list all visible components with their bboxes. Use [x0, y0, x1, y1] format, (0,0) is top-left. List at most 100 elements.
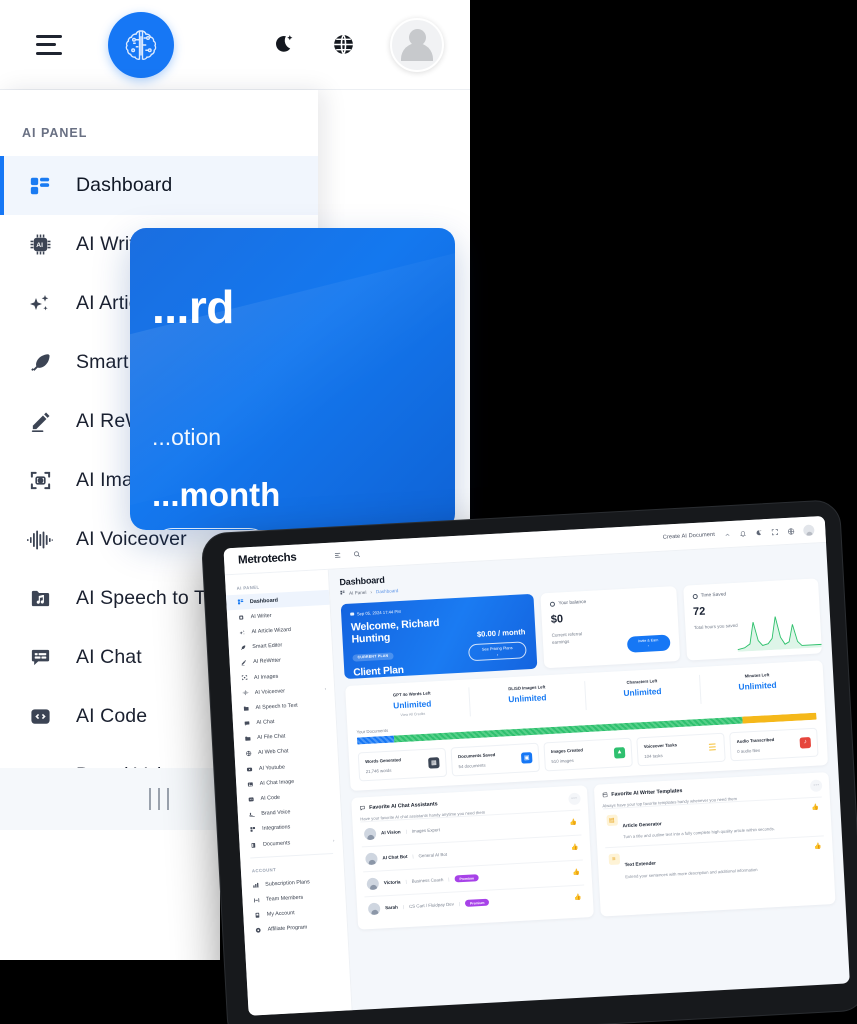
separator: | [412, 853, 414, 859]
assistant-name: AI Chat Bot [382, 853, 408, 861]
sidebar-item-label: Dashboard [76, 174, 173, 196]
more-options-icon[interactable]: ⋯ [567, 792, 581, 805]
tile-label: Voiceover Tasks [643, 741, 678, 749]
thumbs-up-icon[interactable]: 👍 [814, 843, 823, 870]
templates-panel-title: Favorite AI Writer Templates [611, 788, 683, 799]
progress-segment-yellow [742, 712, 817, 724]
breadcrumb-separator: › [370, 589, 373, 595]
thumbs-up-icon[interactable]: 👍 [572, 869, 580, 876]
current-plan-badge: CURRENT PLAN [352, 651, 394, 662]
balance-note: Current referral earnings [551, 631, 583, 645]
waveform-icon: ☰ [708, 741, 717, 753]
avatar[interactable] [803, 523, 815, 536]
credit-minutes: Minutes Left Unlimited [700, 669, 816, 704]
avatar [367, 902, 381, 915]
tablet-sidebar-item-label: AI Article Wizard [251, 626, 292, 636]
favorite-chat-assistants-panel: ⋯ Favorite AI Chat Assistants Have your … [351, 784, 594, 930]
credit-value: Unlimited [738, 679, 777, 692]
ai-chip-icon [238, 614, 245, 621]
tablet-sidebar-item-label: AI Images [253, 673, 279, 681]
info-icon [549, 601, 556, 607]
sidebar-item-label: AI Chat [76, 646, 142, 668]
camera-frame-icon [241, 675, 248, 682]
feather-icon [240, 644, 247, 651]
tablet-sidebar-item-label: AI ReWriter [252, 657, 282, 666]
see-pricing-plans-button[interactable]: See Pricing Plans › [468, 641, 527, 662]
breadcrumb-root[interactable]: AI Panel [349, 589, 367, 595]
stat-tile-images-created: Images Created 510 images ▲ [543, 737, 633, 771]
chevron-up-icon[interactable] [723, 525, 730, 543]
team-icon [253, 897, 260, 904]
avatar-body [401, 42, 433, 61]
background-plate [0, 830, 220, 960]
collapse-menu-icon[interactable] [334, 546, 343, 564]
tablet-sidebar-item-label: Documents [262, 839, 291, 848]
welcome-card: Sep 05, 2024 17:44 PM Welcome, Richard H… [340, 593, 538, 680]
feather-icon [26, 349, 54, 377]
create-ai-document-button[interactable]: Create AI Document [663, 532, 715, 541]
avatar[interactable] [390, 17, 444, 72]
search-icon[interactable] [352, 545, 361, 563]
separator: | [405, 879, 407, 885]
tablet-device: Metrotechs Create AI Document AI PANEL D… [200, 499, 857, 1024]
music-folder-icon [243, 705, 250, 712]
promo-pricing-button[interactable]: ...Plans › [152, 528, 271, 530]
notification-bell-icon[interactable] [738, 524, 746, 542]
document-icon: ▣ [520, 751, 533, 764]
sidebar-divider [250, 853, 334, 859]
welcome-date: Sep 05, 2024 17:44 PM [350, 602, 525, 616]
usage-stats-block: GPT 4o Words Left Unlimited View All Cre… [345, 660, 829, 791]
chevron-right-icon: › [332, 837, 335, 844]
tablet-sidebar-item-label: AI Chat Image [259, 778, 295, 787]
account-icon [254, 912, 261, 919]
assistant-role: General AI Bot [418, 851, 448, 859]
template-icon [602, 792, 608, 800]
welcome-date-text: Sep 05, 2024 17:44 PM [356, 608, 401, 617]
chevron-right-icon: › [496, 651, 499, 657]
balance-amount: $0 [550, 613, 564, 626]
stat-tile-voiceover-tasks: Voiceover Tasks 104 tasks ☰ [636, 732, 726, 766]
invite-and-earn-button[interactable]: Invite & Earn › [626, 634, 671, 653]
music-folder-icon [26, 585, 54, 613]
sidebar-item-dashboard[interactable]: Dashboard [0, 156, 318, 215]
svg-text:AI: AI [36, 242, 43, 249]
separator: | [458, 901, 461, 907]
moon-icon[interactable] [270, 32, 296, 58]
hamburger-icon[interactable] [36, 34, 62, 55]
promo-title: ...rd [152, 281, 234, 333]
language-globe-icon[interactable] [786, 522, 794, 540]
promo-card[interactable]: ...rd ...otion ...month ...Plans › [130, 228, 455, 530]
thumbs-up-icon[interactable]: 👍 [812, 803, 821, 830]
tablet-sidebar-item-label: Integrations [262, 824, 291, 833]
globe-icon[interactable] [330, 32, 356, 58]
dashboard-grid-icon [237, 599, 244, 606]
integrations-icon [250, 826, 257, 833]
favorite-writer-templates-panel: ⋯ Favorite AI Writer Templates Always ha… [593, 771, 836, 917]
tablet-brand[interactable]: Metrotechs [224, 550, 328, 568]
time-saved-title: Time Saved [700, 592, 727, 599]
tile-value: 0 audio files [737, 747, 761, 754]
fullscreen-icon[interactable] [770, 522, 778, 540]
pencil-icon [241, 659, 248, 666]
brain-ai-logo[interactable] [108, 11, 174, 78]
chat-bubble-icon [26, 644, 54, 672]
thumbs-up-icon[interactable]: 👍 [571, 844, 579, 851]
assistant-role: Images Expert [411, 827, 441, 834]
tile-value: 510 images [551, 757, 574, 764]
more-options-icon[interactable]: ⋯ [809, 778, 823, 792]
plan-price: $0.00 / month [476, 627, 526, 639]
tablet-sidebar-item-label: My Account [266, 910, 295, 918]
chevron-right-icon: › [324, 686, 327, 692]
tablet-sidebar-item-label: AI Speech to Text [255, 702, 298, 711]
thumbs-up-icon[interactable]: 👍 [574, 894, 582, 901]
document-icon: ▤ [605, 814, 618, 826]
thumbs-up-icon[interactable]: 👍 [570, 819, 578, 826]
audio-icon: ♪ [799, 736, 812, 749]
promo-subtitle: ...otion [152, 424, 222, 450]
premium-badge: Premium [464, 898, 490, 908]
chip-icon: ▦ [428, 756, 440, 769]
tablet-sidebar-item-label: Team Members [265, 894, 304, 903]
balance-card-title: Your balance [558, 599, 587, 607]
dark-mode-icon[interactable] [754, 523, 762, 541]
screenshot-root: ...rd ...otion ...month ...Plans › [0, 0, 857, 1024]
